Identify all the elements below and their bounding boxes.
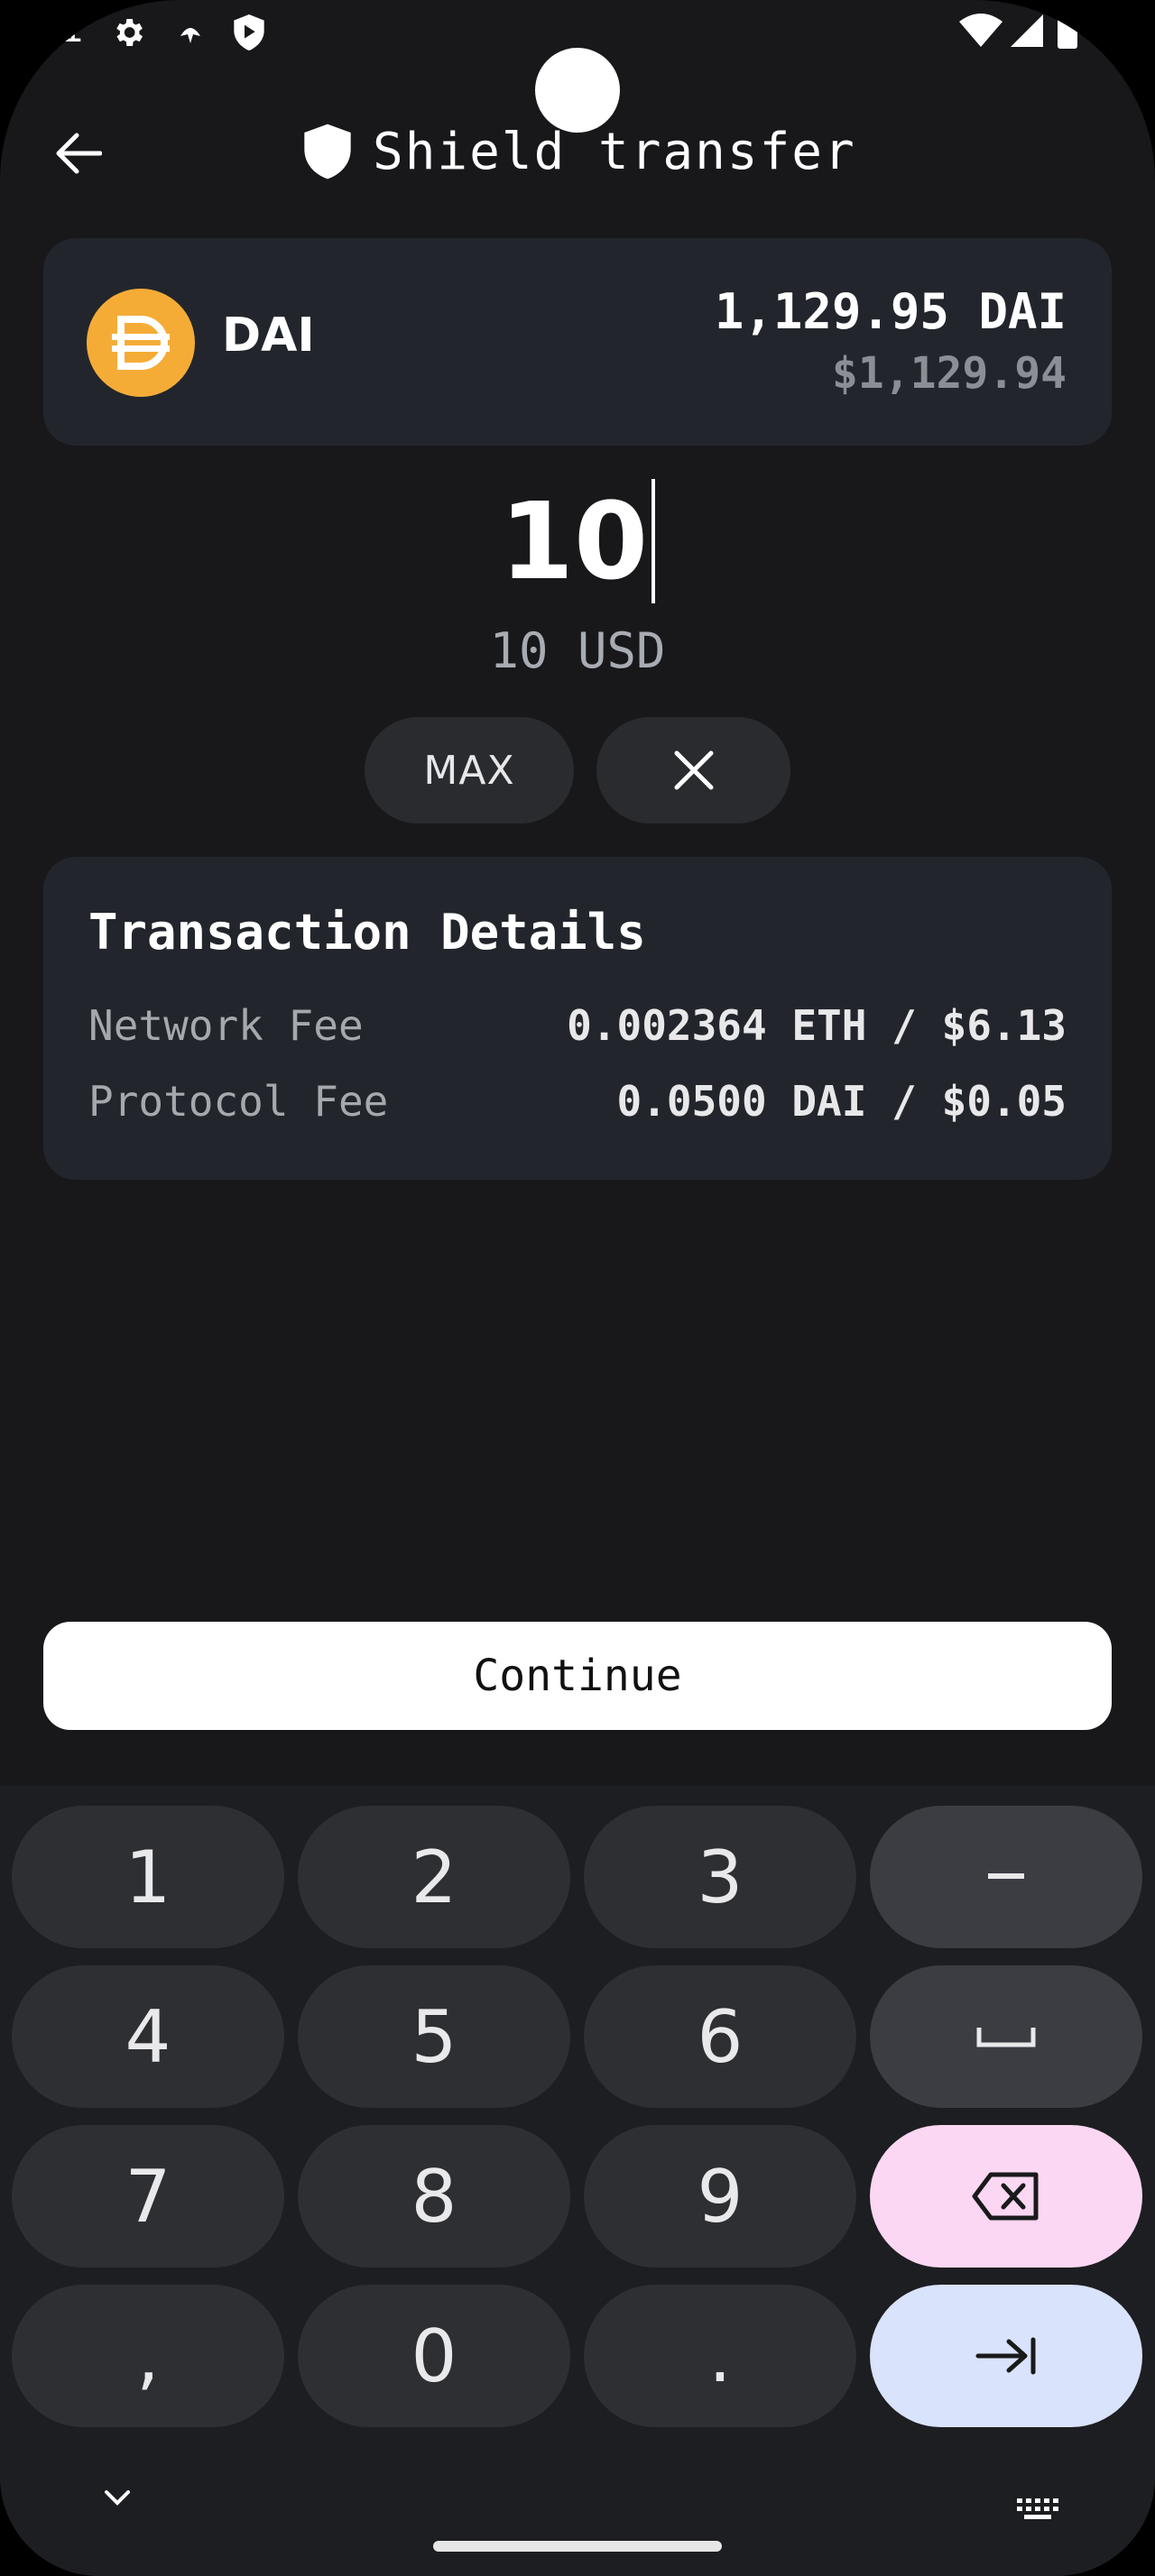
arrow-left-icon [56,133,102,174]
page-title-text: Shield transfer [373,122,856,181]
status-time: 21 [38,9,84,51]
key-2[interactable]: 2 [298,1806,570,1948]
key-next[interactable] [870,2285,1142,2427]
notification-icon [179,23,202,49]
token-selector-card[interactable]: DAI 1,129.95 DAI $1,129.94 [43,238,1112,446]
token-symbol: DAI [222,308,315,363]
network-fee-label: Network Fee [88,1001,364,1050]
key-0[interactable]: 0 [298,2285,570,2427]
token-balance-usd: $1,129.94 [831,348,1067,399]
page-title: Shield transfer [302,120,856,183]
continue-button[interactable]: Continue [43,1622,1112,1730]
max-button[interactable]: MAX [365,717,574,823]
signal-icon [1009,13,1045,52]
key-1[interactable]: 1 [12,1806,284,1948]
clear-button[interactable] [596,717,790,823]
backspace-icon [972,2172,1039,2221]
wifi-icon [958,13,1003,52]
settings-icon [110,14,146,54]
numeric-keyboard: 1 2 3 4 5 6 7 8 9 , 0 . [0,1786,1155,2576]
chevron-down-icon [105,2490,130,2506]
battery-icon [1058,13,1077,49]
minus-icon [988,1873,1024,1879]
tab-arrow-icon [975,2337,1036,2375]
close-icon [674,750,713,790]
network-fee-value: 0.002364 ETH / $6.13 [567,1001,1067,1050]
home-indicator[interactable] [433,2541,722,2552]
amount-input[interactable]: 10 [0,469,1155,613]
back-button[interactable] [47,122,110,185]
amount-converted: 10 USD [489,622,666,679]
phone-screen: 21 Shield transfer DAI 1,129.95 DAI $1,1… [0,0,1155,2576]
keyboard-hide-button[interactable] [99,2485,135,2512]
key-4[interactable]: 4 [12,1965,284,2108]
keyboard-switch-button[interactable] [1015,2497,1060,2525]
key-6[interactable]: 6 [584,1965,856,2108]
key-space[interactable] [870,1965,1142,2108]
key-7[interactable]: 7 [12,2125,284,2268]
keyboard-icon [1017,2498,1058,2519]
key-5[interactable]: 5 [298,1965,570,2108]
space-icon [976,2028,1036,2047]
vpn-shield-icon [231,13,267,56]
protocol-fee-value: 0.0500 DAI / $0.05 [616,1077,1067,1126]
details-title: Transaction Details [88,904,646,961]
shield-icon [304,124,351,179]
key-backspace[interactable] [870,2125,1142,2268]
text-cursor [651,479,656,603]
token-balance: 1,129.95 DAI [714,283,1067,340]
key-9[interactable]: 9 [584,2125,856,2268]
key-period[interactable]: . [584,2285,856,2427]
key-comma[interactable]: , [12,2285,284,2427]
dai-logo-icon [87,289,195,397]
amount-value: 10 [499,479,649,603]
key-3[interactable]: 3 [584,1806,856,1948]
key-8[interactable]: 8 [298,2125,570,2268]
key-minus[interactable] [870,1806,1142,1948]
protocol-fee-label: Protocol Fee [88,1077,389,1126]
transaction-details-card: Transaction Details Network Fee 0.002364… [43,857,1112,1180]
